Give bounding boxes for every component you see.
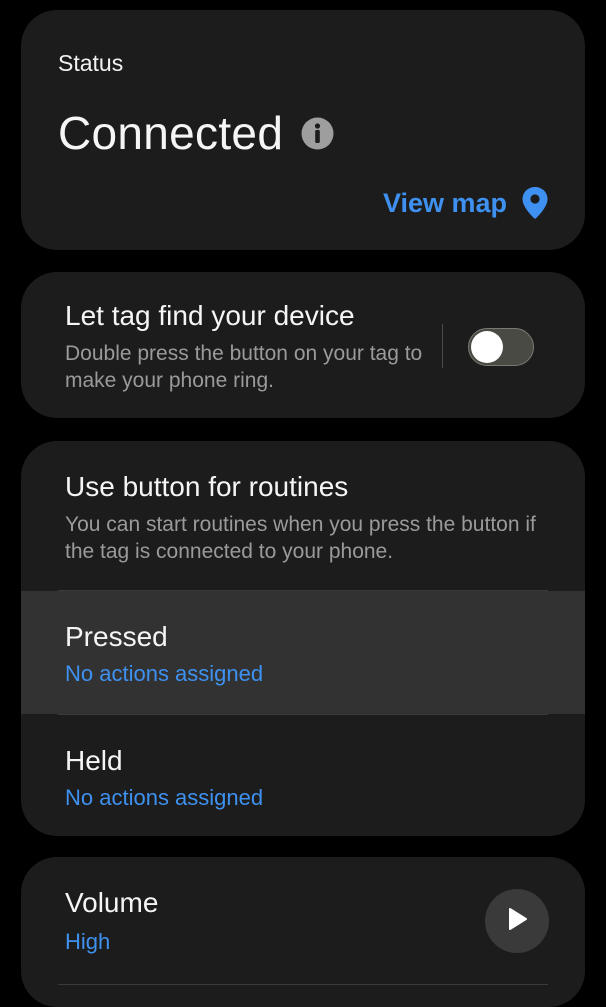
routines-card: Use button for routines You can start ro… <box>21 441 585 836</box>
map-pin-icon <box>521 186 549 220</box>
divider <box>58 984 548 985</box>
routine-item-subtitle: No actions assigned <box>65 785 264 810</box>
find-device-card: Let tag find your device Double press th… <box>21 272 585 418</box>
routine-item-pressed[interactable]: Pressed No actions assigned <box>21 591 585 714</box>
routine-item-title: Held <box>65 745 123 776</box>
volume-title: Volume <box>65 887 159 918</box>
toggle-knob <box>471 331 503 363</box>
vertical-divider <box>442 324 443 368</box>
routine-item-held[interactable]: Held No actions assigned <box>21 715 585 836</box>
status-card: Status Connected View map <box>21 10 585 250</box>
find-device-toggle[interactable] <box>468 328 534 366</box>
view-map-label: View map <box>382 187 507 218</box>
find-device-title: Let tag find your device <box>65 300 355 331</box>
play-icon <box>506 907 528 936</box>
divider <box>58 590 548 591</box>
volume-card[interactable]: Volume High <box>21 857 585 1007</box>
view-map-button[interactable]: View map <box>383 186 549 220</box>
status-value-row: Connected <box>58 106 334 160</box>
routine-item-subtitle: No actions assigned <box>65 661 264 686</box>
find-device-description: Double press the button on your tag to m… <box>65 342 423 392</box>
volume-value: High <box>65 929 111 954</box>
play-volume-button[interactable] <box>485 889 549 953</box>
status-value: Connected <box>58 107 284 159</box>
status-label: Status <box>58 50 124 76</box>
routine-item-title: Pressed <box>65 621 168 652</box>
info-icon[interactable] <box>301 117 334 150</box>
routines-description: You can start routines when you press th… <box>65 513 536 563</box>
routines-title: Use button for routines <box>65 471 349 502</box>
